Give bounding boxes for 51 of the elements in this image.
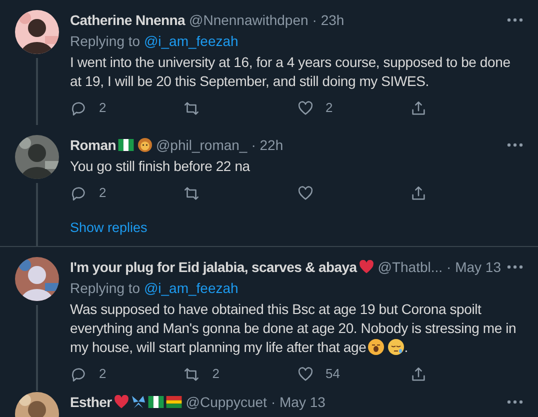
heart-icon	[114, 395, 129, 409]
mention-link[interactable]: @i_am_feezah	[144, 280, 238, 296]
more-icon[interactable]	[507, 143, 523, 147]
author-handle[interactable]: @Cuppycuet	[186, 392, 267, 412]
author-name[interactable]: Esther	[70, 392, 112, 412]
more-icon[interactable]	[507, 18, 523, 22]
speech-bubble-icon	[70, 366, 87, 382]
retweet-arrows-icon	[183, 366, 200, 382]
show-replies-link[interactable]: Show replies	[70, 218, 523, 238]
yawning-face-icon	[368, 339, 384, 355]
lion-face-icon	[138, 138, 152, 152]
like-button[interactable]: 2	[296, 98, 410, 118]
sleepy-face-icon	[388, 339, 404, 355]
retweet-arrows-icon	[183, 100, 200, 116]
share-icon	[410, 100, 427, 116]
tweet-time[interactable]: · May 13	[270, 392, 326, 412]
butterfly-icon	[130, 395, 146, 409]
heart-outline-icon	[296, 366, 314, 382]
tweet-text: I went into the university at 16, for a 4 years course, supposed to be done at 19, I will be 20 this September, and still doing my SIWES.	[70, 53, 512, 91]
more-icon[interactable]	[507, 400, 523, 404]
speech-bubble-icon	[70, 100, 87, 116]
replying-label: Replying to	[70, 280, 140, 296]
reply-button[interactable]: 2	[70, 364, 184, 384]
author-name[interactable]: Roman	[70, 135, 116, 155]
reply-button[interactable]: 2	[70, 98, 184, 118]
author-handle[interactable]: @phil_roman_	[156, 135, 248, 155]
tweet-time[interactable]: · May 13	[446, 257, 502, 277]
share-icon	[410, 366, 427, 382]
author-name[interactable]: I'm your plug for Eid jalabia, scarves & abaya	[70, 257, 357, 277]
like-button[interactable]: 54	[296, 364, 410, 384]
reply-button[interactable]: 2	[70, 183, 184, 203]
flag-icon	[166, 396, 182, 408]
flag-icon	[118, 139, 134, 151]
flag-icon	[148, 396, 164, 408]
tweet-time[interactable]: · 23h	[312, 10, 344, 30]
more-icon[interactable]	[507, 265, 523, 269]
replying-label: Replying to	[70, 33, 140, 49]
heart-icon	[358, 260, 374, 274]
heart-outline-icon	[296, 100, 314, 116]
mention-link[interactable]: @i_am_feezah	[144, 33, 238, 49]
speech-bubble-icon	[70, 184, 87, 202]
retweet-arrows-icon	[183, 184, 200, 202]
share-icon	[410, 184, 427, 202]
retweet-button[interactable]: 2	[183, 364, 296, 384]
tweet-time[interactable]: · 22h	[251, 135, 284, 155]
author-handle[interactable]: @Nnennawithdpen	[189, 10, 308, 30]
author-name[interactable]: Catherine Nnenna	[70, 10, 185, 30]
tweet-text: You go still finish before 22 na	[70, 157, 251, 176]
tweet-text: Was supposed to have obtained this Bsc at age 19 but Corona spoilt everything and Man's gonna be done at age 20. Nobody is stressing me in my house, will start planning my life after that age .	[70, 300, 518, 357]
author-handle[interactable]: @Thatbl...	[378, 257, 443, 277]
heart-outline-icon	[296, 184, 314, 202]
